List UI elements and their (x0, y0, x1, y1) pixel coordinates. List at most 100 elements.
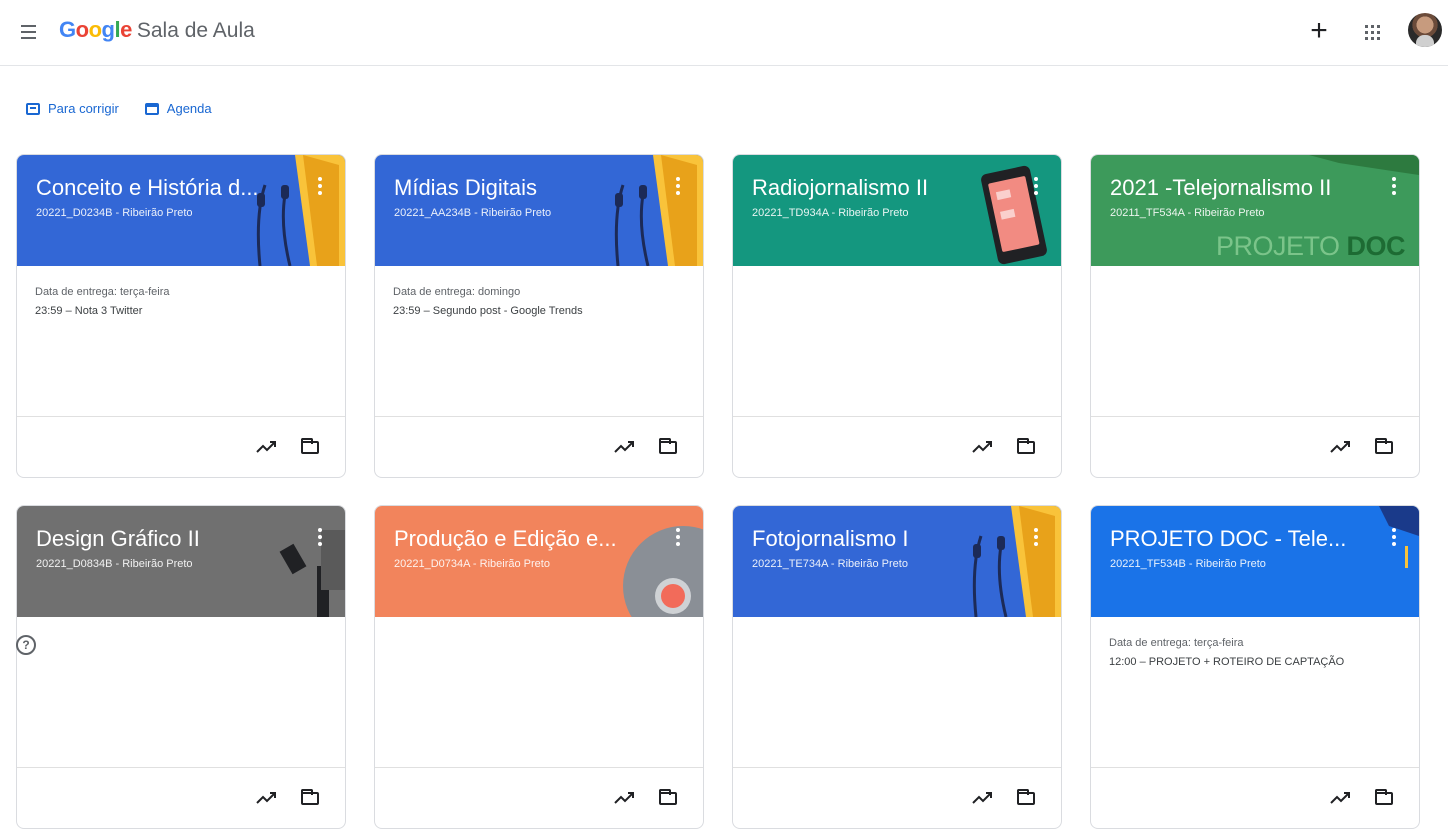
more-options-icon[interactable] (675, 528, 681, 546)
class-card-header[interactable]: Conceito e História d... 20221_D0234B - R… (17, 155, 345, 266)
class-card-header[interactable]: Radiojornalismo II 20221_TD934A - Ribeirã… (733, 155, 1061, 266)
calendar-icon (144, 102, 159, 115)
trending-up-icon[interactable] (613, 788, 637, 808)
app-logo[interactable]: Google Sala de Aula (59, 17, 255, 43)
headphones-illustration (614, 155, 703, 266)
trending-up-icon[interactable] (255, 437, 279, 457)
headphones-illustration (256, 155, 345, 266)
folder-icon[interactable] (301, 438, 321, 455)
folder-icon[interactable] (659, 789, 679, 806)
google-logo-letter: e (120, 17, 132, 42)
more-options-icon[interactable] (1391, 528, 1397, 546)
due-date-label: Data de entrega: terça-feira (35, 286, 170, 298)
google-logo-letter: G (59, 17, 76, 42)
more-options-icon[interactable] (1033, 528, 1039, 546)
assignment-link[interactable]: 23:59 – Nota 3 Twitter (35, 302, 327, 321)
phone-illustration (981, 165, 1047, 265)
class-card-footer (1091, 417, 1419, 477)
help-icon[interactable]: ? (16, 635, 36, 655)
more-options-icon[interactable] (675, 177, 681, 195)
pen-illustration (279, 530, 345, 617)
projeto-doc-text: PROJETO (1215, 231, 1340, 261)
class-card-body (375, 617, 703, 768)
class-card-title[interactable]: Mídias Digitais (394, 175, 537, 201)
trending-up-icon[interactable] (1329, 788, 1353, 808)
class-card-header[interactable]: PROJETO DOC 2021 -Telejornalismo II 20211_… (1091, 155, 1419, 266)
calendar-label: Agenda (166, 101, 212, 116)
app-title: Sala de Aula (136, 19, 255, 42)
graduation-cap-illustration (1379, 506, 1419, 568)
class-card-title[interactable]: Produção e Edição e... (394, 526, 617, 552)
to-review-link[interactable]: Para corrigir (26, 101, 119, 116)
trending-up-icon[interactable] (255, 788, 279, 808)
folder-icon[interactable] (301, 789, 321, 806)
more-options-icon[interactable] (1391, 177, 1397, 195)
class-card[interactable]: Conceito e História d... 20221_D0234B - R… (16, 154, 346, 478)
projeto-doc-banner: PROJETO DOC (1216, 155, 1419, 266)
class-card-footer (733, 768, 1061, 828)
class-card-body: Data de entrega: terça-feira 23:59 – Nota… (17, 266, 345, 417)
class-card-section: 20221_TF534B - Ribeirão Preto (1110, 558, 1266, 570)
class-card[interactable]: Mídias Digitais 20221_AA234B - Ribeirão P… (374, 154, 704, 478)
hamburger-icon-line (20, 31, 36, 33)
class-card-title[interactable]: PROJETO DOC - Tele... (1110, 526, 1346, 552)
folder-icon[interactable] (1375, 789, 1395, 806)
class-card[interactable]: PROJETO DOC - Tele... 20221_TF534B - Ribe… (1090, 505, 1420, 829)
google-logo-letter: o (88, 17, 102, 42)
apps-grid-icon[interactable] (1362, 22, 1382, 42)
class-card-title[interactable]: Conceito e História d... (36, 175, 259, 201)
trending-up-icon[interactable] (613, 437, 637, 457)
trending-up-icon[interactable] (1329, 437, 1353, 457)
class-card-title[interactable]: Design Gráfico II (36, 526, 200, 552)
class-card-title[interactable]: Radiojornalismo II (752, 175, 928, 201)
calendar-link[interactable]: Agenda (144, 101, 212, 116)
class-card-header[interactable]: PROJETO DOC - Tele... 20221_TF534B - Ribe… (1091, 506, 1419, 617)
google-logo-text: Google (59, 17, 132, 43)
class-card-section: 20221_D0734A - Ribeirão Preto (394, 558, 550, 570)
trending-up-icon[interactable] (971, 437, 995, 457)
folder-icon[interactable] (1375, 438, 1395, 455)
quick-links: Para corrigir Agenda (26, 101, 212, 116)
folder-icon[interactable] (1017, 789, 1037, 806)
class-card-footer (17, 768, 345, 828)
class-card-title[interactable]: Fotojornalismo I (752, 526, 909, 552)
assignment-link[interactable]: 12:00 – PROJETO + ROTEIRO DE CAPTAÇÃO (1109, 653, 1401, 672)
top-app-bar: Google Sala de Aula + (0, 0, 1448, 66)
class-card-header[interactable]: Produção e Edição e... 20221_D0734A - Rib… (375, 506, 703, 617)
main-menu-button[interactable] (14, 18, 42, 46)
class-card[interactable]: Produção e Edição e... 20221_D0734A - Rib… (374, 505, 704, 829)
to-review-label: Para corrigir (48, 101, 119, 116)
class-card-body (1091, 266, 1419, 417)
more-options-icon[interactable] (317, 528, 323, 546)
headphones-illustration (972, 506, 1061, 617)
class-card-header[interactable]: Design Gráfico II 20221_D0834B - Ribeirão… (17, 506, 345, 617)
more-options-icon[interactable] (1033, 177, 1039, 195)
class-card[interactable]: Radiojornalismo II 20221_TD934A - Ribeirã… (732, 154, 1062, 478)
class-card-section: 20221_TD934A - Ribeirão Preto (752, 207, 909, 219)
class-card[interactable]: PROJETO DOC 2021 -Telejornalismo II 20211_… (1090, 154, 1420, 478)
class-card-footer (375, 768, 703, 828)
folder-icon[interactable] (659, 438, 679, 455)
folder-icon[interactable] (1017, 438, 1037, 455)
class-card-body: Data de entrega: domingo 23:59 – Segundo … (375, 266, 703, 417)
class-card[interactable]: Fotojornalismo I 20221_TE734A - Ribeirão … (732, 505, 1062, 829)
class-card-footer (17, 417, 345, 477)
class-card-header[interactable]: Fotojornalismo I 20221_TE734A - Ribeirão … (733, 506, 1061, 617)
avatar[interactable] (1408, 13, 1442, 47)
class-card-section: 20221_D0834B - Ribeirão Preto (36, 558, 193, 570)
trending-up-icon[interactable] (971, 788, 995, 808)
due-date-label: Data de entrega: terça-feira (1109, 637, 1244, 649)
class-card-body (733, 617, 1061, 768)
class-card-body: Data de entrega: terça-feira 12:00 – PROJ… (1091, 617, 1419, 768)
class-card-header[interactable]: Mídias Digitais 20221_AA234B - Ribeirão P… (375, 155, 703, 266)
google-logo-letter: o (75, 17, 89, 42)
create-join-class-button[interactable]: + (1303, 16, 1335, 48)
class-card-footer (375, 417, 703, 477)
class-card[interactable]: Design Gráfico II 20221_D0834B - Ribeirão… (16, 505, 346, 829)
due-date-label: Data de entrega: domingo (393, 286, 521, 298)
tray-icon (26, 102, 40, 115)
more-options-icon[interactable] (317, 177, 323, 195)
hamburger-icon (20, 25, 36, 27)
class-card-section: 20221_TE734A - Ribeirão Preto (752, 558, 908, 570)
assignment-link[interactable]: 23:59 – Segundo post - Google Trends (393, 302, 685, 321)
